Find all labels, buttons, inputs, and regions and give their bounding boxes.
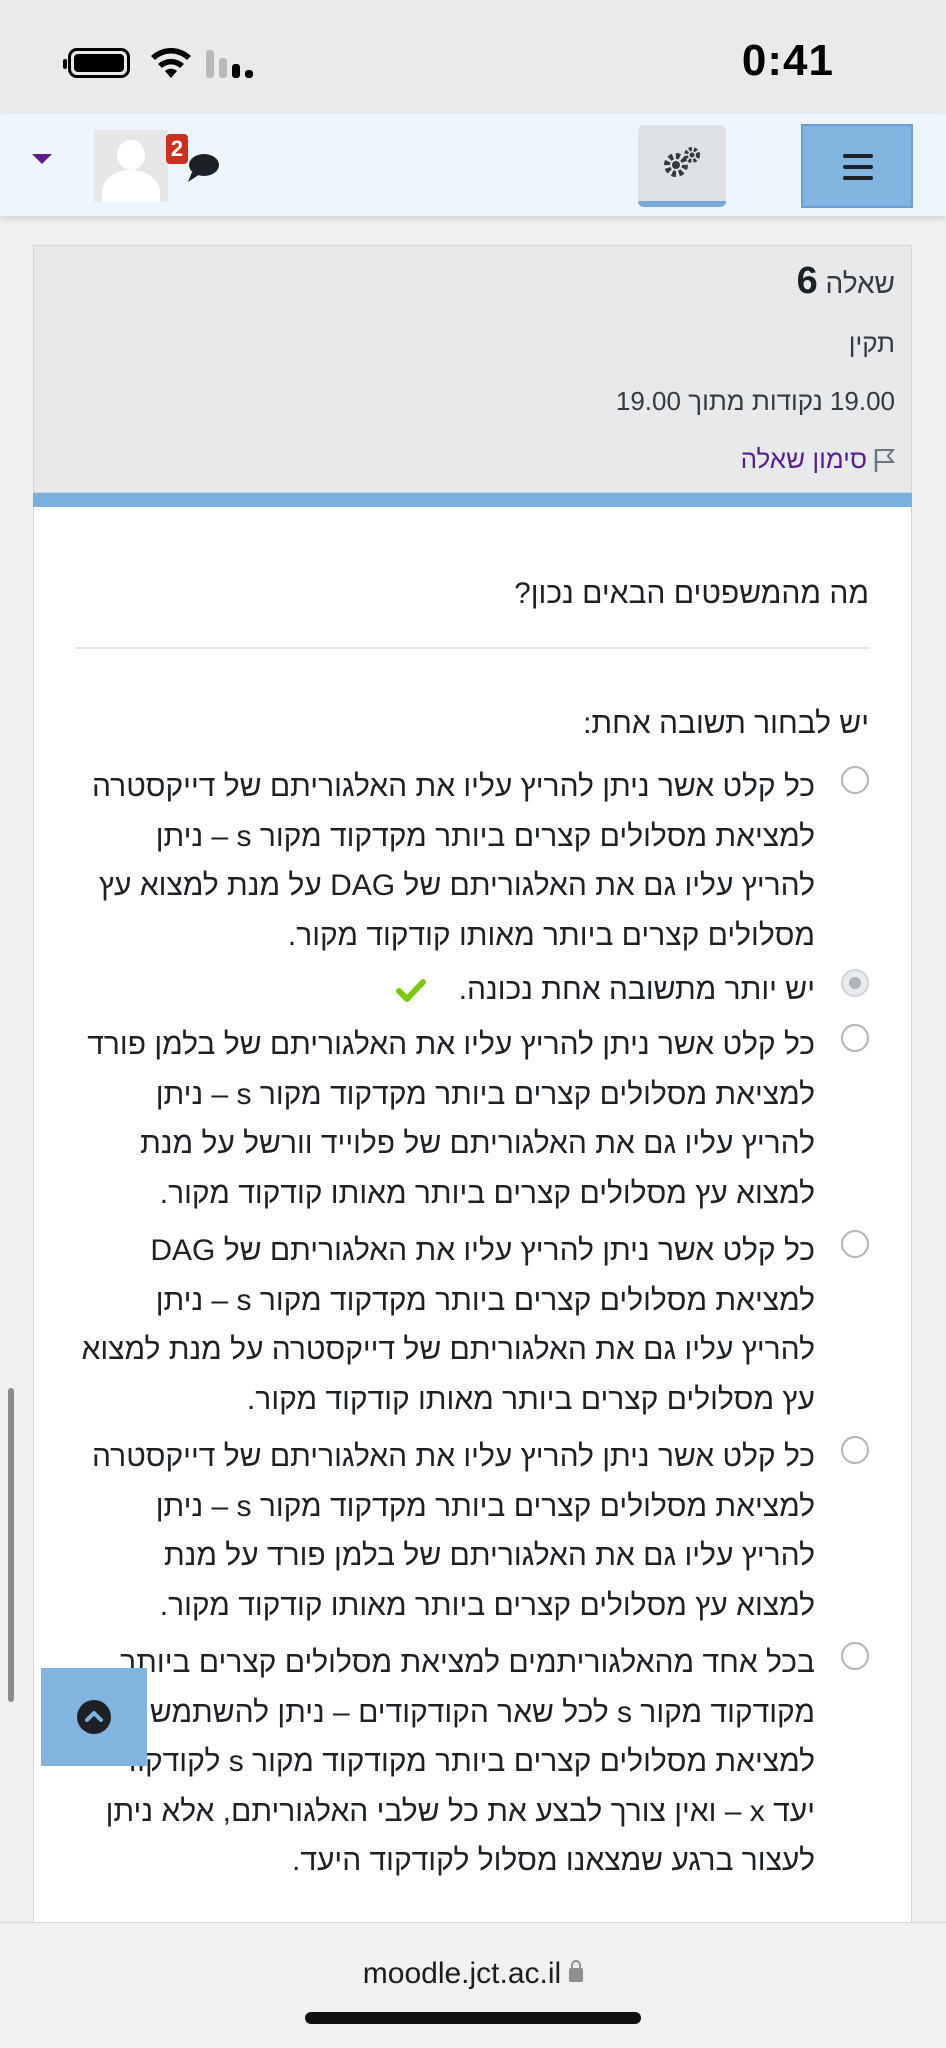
browser-address-bar[interactable]: moodle.jct.ac.il <box>0 1922 946 2048</box>
status-time: 0:41 <box>741 36 834 85</box>
avatar[interactable] <box>94 130 168 202</box>
answer-option[interactable]: כל קלט אשר ניתן להריץ עליו את האלגוריתם … <box>79 762 869 960</box>
divider <box>76 647 869 649</box>
battery-icon <box>63 48 130 78</box>
url-display[interactable]: moodle.jct.ac.il <box>0 1957 946 1991</box>
lock-icon <box>569 1960 584 1983</box>
question-state: תקין <box>848 328 895 358</box>
answer-label: כל קלט אשר ניתן להריץ עליו את האלגוריתם … <box>92 770 815 952</box>
question-number: שאלה 6 <box>796 260 895 302</box>
hamburger-menu-button[interactable] <box>801 124 913 208</box>
notification-badge: 2 <box>166 134 188 164</box>
answer-option[interactable]: בכל אחד מהאלגוריתמים למציאת מסלולים קצרי… <box>79 1638 869 1886</box>
radio-button[interactable] <box>841 1436 869 1464</box>
answer-label: כל קלט אשר ניתן להריץ עליו את האלגוריתם … <box>87 1028 815 1210</box>
answer-option[interactable]: כל קלט אשר ניתן להריץ עליו את האלגוריתם … <box>79 1226 869 1424</box>
answer-label: כל קלט אשר ניתן להריץ עליו את האלגוריתם … <box>92 1440 815 1622</box>
user-menu-caret-icon[interactable] <box>32 154 52 164</box>
question-text: מה מהמשפטים הבאים נכון? <box>514 577 869 610</box>
wifi-icon <box>151 48 191 78</box>
home-indicator[interactable] <box>305 2012 641 2024</box>
radio-button[interactable] <box>841 1230 869 1258</box>
flag-question-link[interactable]: סימון שאלה <box>741 444 895 475</box>
cellular-signal-icon <box>206 50 258 78</box>
radio-button[interactable] <box>841 1642 869 1670</box>
status-bar: 0:41 <box>0 0 946 114</box>
answer-option[interactable]: כל קלט אשר ניתן להריץ עליו את האלגוריתם … <box>79 1020 869 1218</box>
chat-icon[interactable] <box>186 152 220 184</box>
info-panel-accent-bar <box>33 493 912 507</box>
scrollbar[interactable] <box>8 1388 14 1702</box>
question-content: מה מהמשפטים הבאים נכון? יש לבחור תשובה א… <box>33 507 912 1922</box>
question-info-panel: שאלה 6 תקין 19.00 נקודות מתוך 19.00 סימו… <box>33 245 912 493</box>
question-grade: 19.00 נקודות מתוך 19.00 <box>615 386 895 416</box>
answer-option[interactable]: כל קלט אשר ניתן להריץ עליו את האלגוריתם … <box>79 1432 869 1630</box>
back-to-top-button[interactable] <box>41 1668 147 1766</box>
radio-button[interactable] <box>841 766 869 794</box>
flag-icon <box>874 448 895 472</box>
settings-button[interactable] <box>638 125 726 207</box>
chevron-up-icon <box>77 1700 111 1734</box>
answer-label: כל קלט אשר ניתן להריץ עליו את האלגוריתם … <box>81 1234 815 1416</box>
radio-button[interactable] <box>841 1024 869 1052</box>
correct-check-icon <box>396 979 427 1003</box>
answer-label-correct: יש יותר מתשובה אחת נכונה. <box>79 965 815 1015</box>
answer-option[interactable]: יש יותר מתשובה אחת נכונה. <box>79 965 869 1015</box>
gear-icon <box>664 147 700 177</box>
radio-button-selected[interactable] <box>841 969 869 997</box>
answer-prompt: יש לבחור תשובה אחת: <box>583 707 869 740</box>
answer-label: בכל אחד מהאלגוריתמים למציאת מסלולים קצרי… <box>105 1646 815 1877</box>
